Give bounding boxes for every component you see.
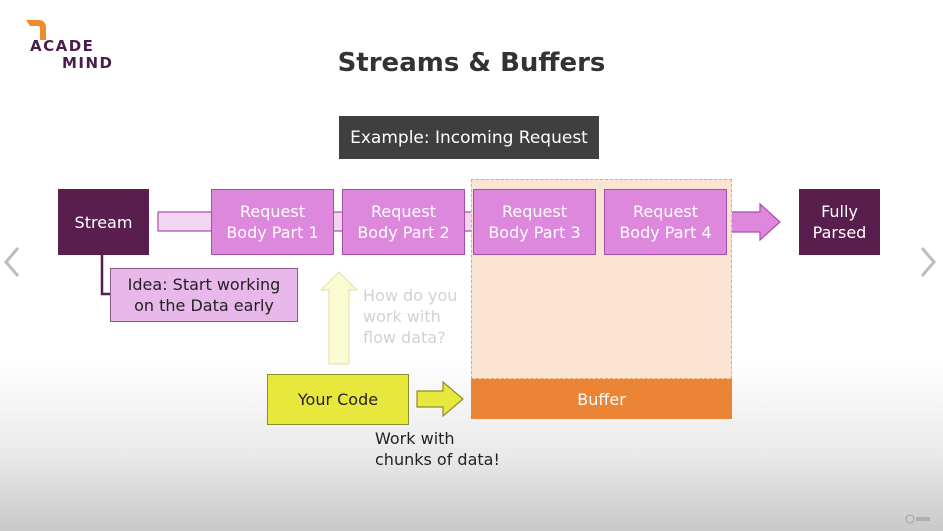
stream-box: Stream [58, 189, 149, 255]
code-arrow [416, 380, 464, 418]
flow-bar [157, 211, 215, 232]
chevron-right-icon[interactable] [918, 244, 938, 280]
your-code-box: Your Code [267, 374, 409, 425]
chevron-left-icon[interactable] [2, 244, 22, 280]
question-text: How do you work with flow data? [363, 286, 458, 347]
request-body-part-4: Request Body Part 4 [604, 189, 727, 255]
idea-box: Idea: Start working on the Data early [110, 268, 298, 322]
request-body-part-1: Request Body Part 1 [211, 189, 334, 255]
request-body-part-3: Request Body Part 3 [473, 189, 596, 255]
request-body-part-2: Request Body Part 2 [342, 189, 465, 255]
watermark-icon [905, 514, 930, 524]
flow-arrow [727, 202, 781, 242]
fully-parsed-box: Fully Parsed [799, 189, 880, 255]
up-arrow [319, 271, 359, 365]
buffer-box: Buffer [471, 379, 732, 419]
work-with-chunks-text: Work with chunks of data! [375, 429, 500, 469]
